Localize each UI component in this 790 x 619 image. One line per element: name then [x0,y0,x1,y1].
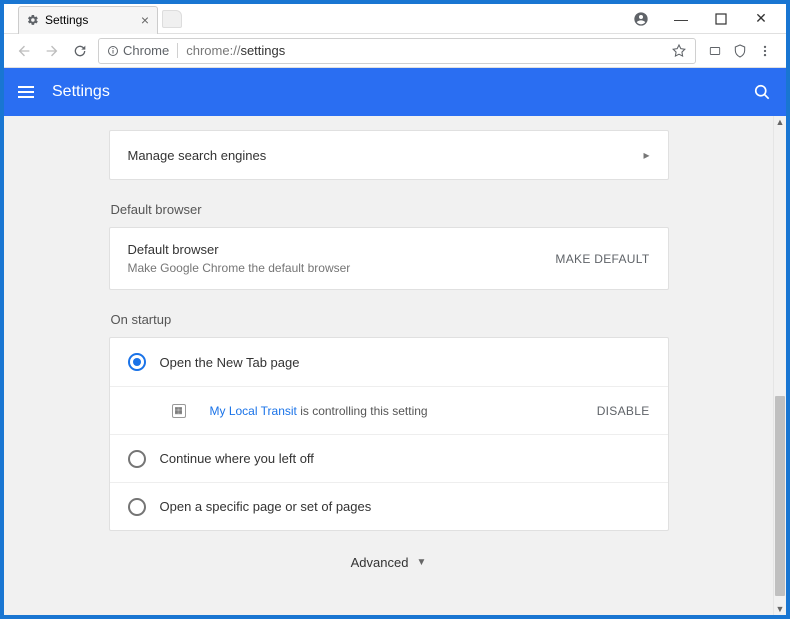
startup-option-label: Continue where you left off [160,451,314,466]
secure-label: Chrome [123,43,169,58]
new-tab-button[interactable] [162,10,182,28]
tab-close-icon[interactable]: × [141,12,149,28]
advanced-label: Advanced [351,555,409,570]
titlebar: Settings × — ✕ [4,4,786,34]
site-info[interactable]: Chrome [107,43,178,58]
extension-controlled-notice: ▦ My Local Transit is controlling this s… [110,386,668,434]
manage-search-engines-row[interactable]: Manage search engines ▸ [110,131,668,179]
default-browser-section-label: Default browser [111,202,669,217]
page-title: Settings [52,83,110,101]
startup-option-new-tab[interactable]: Open the New Tab page [110,338,668,386]
back-button[interactable] [14,41,34,61]
scroll-up-arrow[interactable]: ▲ [774,116,786,128]
extension-small-icon: ▦ [172,404,186,418]
star-icon[interactable] [671,43,687,59]
content-area: Manage search engines ▸ Default browser … [4,116,786,615]
info-icon [107,45,119,57]
on-startup-section-label: On startup [111,312,669,327]
settings-search-icon[interactable] [752,82,772,102]
omnibox[interactable]: Chrome chrome://settings [98,38,696,64]
chevron-right-icon: ▸ [643,148,649,162]
menu-icon[interactable] [758,43,772,59]
make-default-button[interactable]: MAKE DEFAULT [555,252,649,266]
advanced-toggle[interactable]: Advanced ▼ [109,555,669,570]
default-browser-card: Default browser Make Google Chrome the d… [109,227,669,290]
settings-content: Manage search engines ▸ Default browser … [4,116,773,615]
hamburger-icon[interactable] [18,86,34,98]
window-controls: — ✕ [622,5,786,33]
browser-tab[interactable]: Settings × [18,6,158,34]
scroll-down-arrow[interactable]: ▼ [774,603,786,615]
user-account-icon[interactable] [622,5,660,33]
manage-search-engines-label: Manage search engines [128,148,267,163]
default-browser-subtitle: Make Google Chrome the default browser [128,261,351,275]
on-startup-card: Open the New Tab page ▦ My Local Transit… [109,337,669,531]
extension-icon-a[interactable] [708,44,722,58]
startup-option-label: Open the New Tab page [160,355,300,370]
forward-button[interactable] [42,41,62,61]
minimize-button[interactable]: — [662,5,700,33]
address-bar: Chrome chrome://settings [4,34,786,68]
settings-header: Settings [4,68,786,116]
startup-option-continue[interactable]: Continue where you left off [110,434,668,482]
extension-name-link[interactable]: My Local Transit [210,404,297,418]
startup-option-label: Open a specific page or set of pages [160,499,372,514]
close-button[interactable]: ✕ [742,5,780,33]
radio-unchecked-icon [128,498,146,516]
browser-window: Settings × — ✕ Chrome [4,4,786,615]
reload-button[interactable] [70,41,90,61]
extension-controlled-text: My Local Transit is controlling this set… [210,404,428,418]
disable-extension-button[interactable]: DISABLE [597,404,650,418]
chevron-down-icon: ▼ [416,557,426,568]
url-text: chrome://settings [186,43,285,58]
extension-icon-shield[interactable] [732,43,748,59]
search-engines-card: Manage search engines ▸ [109,130,669,180]
scroll-thumb[interactable] [775,396,785,596]
radio-checked-icon [128,353,146,371]
maximize-button[interactable] [702,5,740,33]
vertical-scrollbar[interactable]: ▲ ▼ [773,116,786,615]
gear-icon [27,14,39,26]
radio-unchecked-icon [128,450,146,468]
tab-title: Settings [45,13,88,27]
startup-option-specific-pages[interactable]: Open a specific page or set of pages [110,482,668,530]
default-browser-title: Default browser [128,242,351,257]
